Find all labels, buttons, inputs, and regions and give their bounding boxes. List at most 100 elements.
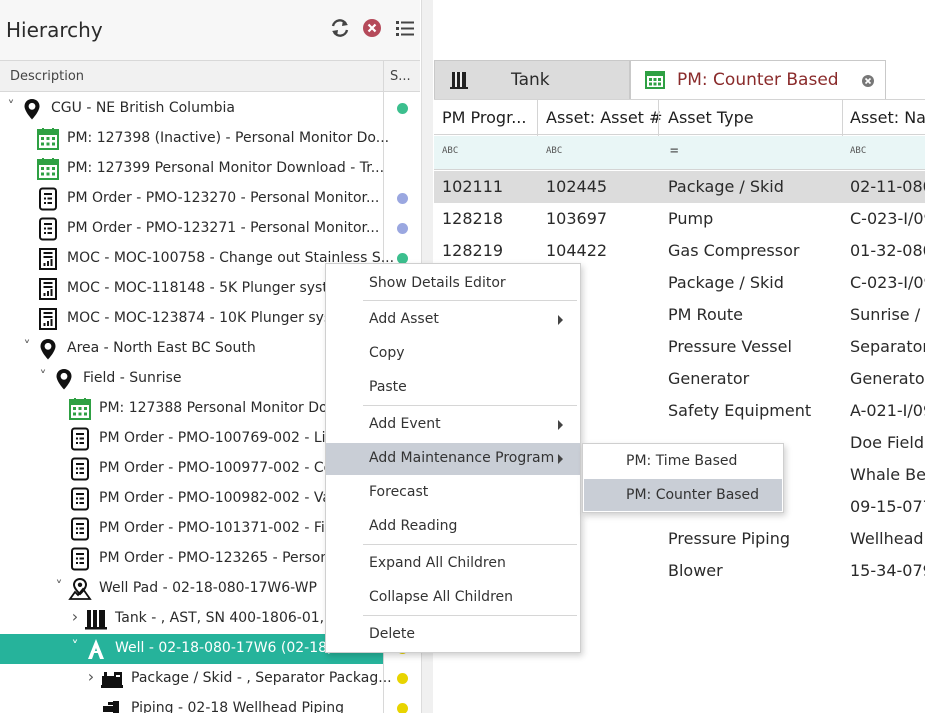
menu-item-expand-all-children[interactable]: Expand All Children (326, 548, 580, 580)
order-icon (68, 517, 92, 541)
submenu-pm-time-based[interactable]: PM: Time Based (584, 445, 782, 477)
map-pin-icon (36, 337, 60, 361)
table-cell: 103697 (546, 209, 608, 228)
submenu-pm-counter-based[interactable]: PM: Counter Based (584, 479, 782, 511)
column-separator[interactable] (842, 100, 843, 136)
menu-separator (363, 405, 577, 406)
menu-item-label: Add Asset (369, 311, 439, 327)
table-cell: Whale Bel (850, 465, 925, 484)
table-row[interactable]: 102111 102445 Package / Skid 02-11-080 (434, 171, 925, 203)
expand-caret-icon[interactable]: › (86, 667, 96, 686)
well-pad-icon (68, 577, 92, 601)
menu-item-label: Copy (369, 345, 405, 361)
order-icon (68, 547, 92, 571)
report-icon (36, 307, 60, 331)
column-separator[interactable] (658, 100, 659, 136)
column-asset-name[interactable]: Asset: Nar (850, 108, 925, 127)
table-cell: 15-34-079 (850, 561, 925, 580)
order-icon (68, 457, 92, 481)
menu-item-add-reading[interactable]: Add Reading (326, 511, 580, 543)
menu-item-label: Collapse All Children (369, 589, 513, 605)
menu-separator (363, 544, 577, 545)
column-status[interactable]: S... (390, 69, 411, 84)
table-row[interactable]: 128218 103697 Pump C-023-I/09 (434, 203, 925, 235)
column-asset-number[interactable]: Asset: Asset # (546, 108, 662, 127)
map-pin-icon (20, 97, 44, 121)
tree-row-label: Well - 02-18-080-17W6 (02-18) (115, 640, 333, 656)
table-cell: 102111 (442, 177, 504, 196)
tree-row-label: PM Order - PMO-123271 - Personal Monitor… (67, 220, 380, 236)
tree-row[interactable]: › Package / Skid - , Separator Packag... (0, 664, 392, 694)
menu-item-copy[interactable]: Copy (326, 338, 580, 370)
collapse-caret-icon[interactable]: ˅ (6, 99, 16, 115)
table-cell: Sunrise / S (850, 305, 925, 324)
table-cell: Gas Compressor (668, 241, 800, 260)
menu-item-collapse-all-children[interactable]: Collapse All Children (326, 582, 580, 614)
submenu-arrow-icon (558, 420, 563, 430)
status-indicator (397, 103, 408, 114)
text-filter-icon[interactable]: ABC (850, 146, 866, 156)
tab-pm-counter-based[interactable]: PM: Counter Based (630, 60, 886, 100)
table-cell: 09-15-077 (850, 497, 925, 516)
tree-row-label: PM Order - PMO-100982-002 - Va (99, 490, 331, 506)
list-menu-icon[interactable] (393, 16, 417, 40)
tree-row[interactable]: ˅ CGU - NE British Columbia (0, 94, 383, 124)
close-circle-icon[interactable] (360, 16, 384, 40)
menu-item-show-details-editor[interactable]: Show Details Editor (326, 268, 580, 300)
collapse-caret-icon[interactable]: ˅ (38, 369, 48, 385)
tree-row[interactable]: PM Order - PMO-123271 - Personal Monitor… (0, 214, 383, 244)
text-filter-icon[interactable]: ABC (546, 146, 562, 156)
tree-row[interactable]: PM: 127399 Personal Monitor Download - T… (0, 154, 384, 184)
report-icon (36, 277, 60, 301)
table-cell: 102445 (546, 177, 608, 196)
menu-item-forecast[interactable]: Forecast (326, 477, 580, 509)
tab-tank[interactable]: Tank (434, 60, 630, 100)
table-cell: Package / Skid (668, 273, 784, 292)
menu-item-label: Expand All Children (369, 555, 506, 571)
collapse-caret-icon[interactable]: ˅ (22, 339, 32, 355)
tank-icon (449, 70, 469, 94)
table-cell: C-023-I/09 (850, 273, 925, 292)
menu-item-add-asset[interactable]: Add Asset (326, 304, 580, 336)
table-cell: Generator (668, 369, 750, 388)
column-description[interactable]: Description (10, 69, 84, 84)
status-indicator (397, 673, 408, 684)
table-cell: C-023-I/09 (850, 209, 925, 228)
collapse-caret-icon[interactable]: ˅ (70, 639, 80, 655)
text-filter-icon[interactable]: ABC (442, 146, 458, 156)
menu-item-add-event[interactable]: Add Event (326, 409, 580, 441)
tree-row-label: PM Order - PMO-100769-002 - Lir (99, 430, 332, 446)
tank-icon (84, 607, 108, 631)
menu-item-add-maintenance-program[interactable]: Add Maintenance Program (326, 443, 580, 475)
refresh-icon[interactable] (328, 16, 352, 40)
close-tab-icon[interactable] (861, 73, 875, 92)
tree-row[interactable]: PM: 127398 (Inactive) - Personal Monitor… (0, 124, 389, 154)
table-cell: 128218 (442, 209, 504, 228)
table-cell: 01-32-080 (850, 241, 925, 260)
collapse-caret-icon[interactable]: ˅ (54, 579, 64, 595)
tree-row-label: PM Order - PMO-123270 - Personal Monitor… (67, 190, 380, 206)
table-cell: Wellhead (850, 529, 924, 548)
submenu-item-label: PM: Counter Based (626, 487, 760, 503)
table-cell: Pressure Piping (668, 529, 791, 548)
order-icon (36, 217, 60, 241)
tree-row[interactable]: PM Order - PMO-123270 - Personal Monitor… (0, 184, 383, 214)
tree-row-label: MOC - MOC-118148 - 5K Plunger syster (67, 280, 343, 296)
column-pm-program[interactable]: PM Progr... (442, 108, 526, 127)
expand-caret-icon[interactable]: › (70, 607, 80, 626)
status-indicator (397, 223, 408, 234)
column-separator[interactable] (537, 100, 538, 136)
column-asset-type[interactable]: Asset Type (668, 108, 754, 127)
menu-item-label: Delete (369, 626, 415, 642)
status-indicator (397, 193, 408, 204)
menu-item-label: Add Maintenance Program (369, 450, 555, 466)
tree-row-label: Package / Skid - , Separator Packag... (131, 670, 392, 686)
menu-item-label: Add Reading (369, 518, 458, 534)
tree-row[interactable]: Piping - 02-18 Wellhead Piping (0, 694, 383, 713)
equals-filter-icon[interactable]: = (670, 143, 678, 159)
package-icon (100, 667, 124, 691)
menu-item-delete[interactable]: Delete (326, 619, 580, 651)
tree-row-label: PM: 127388 Personal Monitor Dov (99, 400, 336, 416)
map-pin-icon (52, 367, 76, 391)
menu-item-paste[interactable]: Paste (326, 372, 580, 404)
